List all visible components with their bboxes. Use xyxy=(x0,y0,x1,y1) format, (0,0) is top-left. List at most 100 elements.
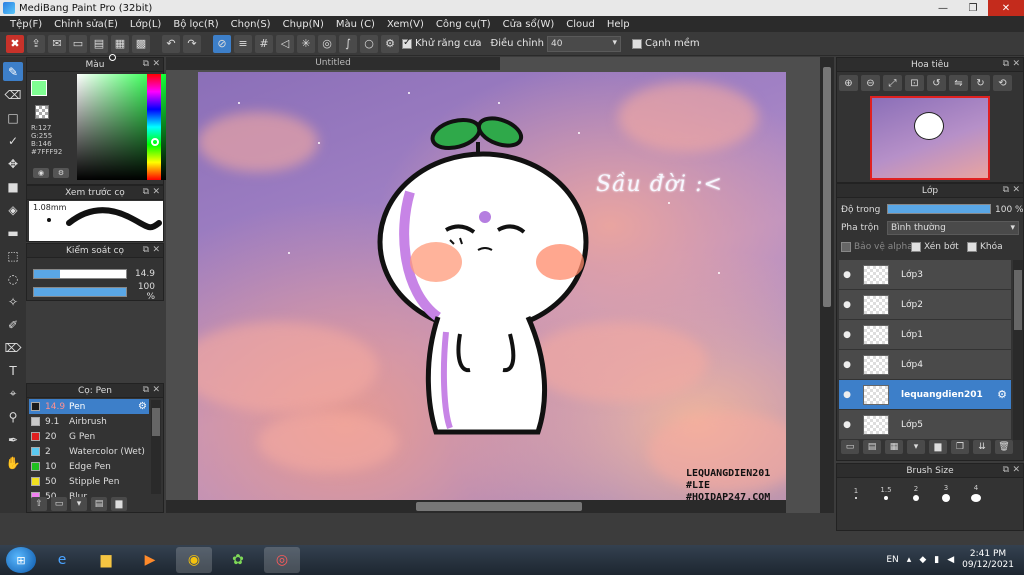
lasso-tool-icon[interactable]: ◌ xyxy=(3,269,23,288)
canvas-horizontal-scrollbar[interactable] xyxy=(166,500,786,513)
foreground-color-swatch[interactable] xyxy=(31,80,47,96)
zoom-in-icon[interactable]: ⊕ xyxy=(839,75,858,91)
duplicate-layer-icon[interactable]: ❐ xyxy=(951,440,969,454)
rotate-left-icon[interactable]: ↺ xyxy=(927,75,946,91)
panel-popout-icon[interactable]: ⧉ xyxy=(1003,185,1009,195)
file-explorer-icon[interactable]: ▆ xyxy=(88,547,124,573)
menu-layer[interactable]: Lớp(L) xyxy=(124,19,167,30)
actual-size-icon[interactable]: ⊡ xyxy=(905,75,924,91)
hand-tool-icon[interactable]: ✋ xyxy=(3,453,23,472)
document-tab[interactable]: Untitled xyxy=(166,57,500,70)
layer-visibility-icon[interactable]: ● xyxy=(839,360,855,370)
soft-edge-option[interactable]: Cạnh mềm xyxy=(631,38,700,49)
fill-rect-tool-icon[interactable]: ■ xyxy=(3,177,23,196)
adjust-select[interactable]: 40 xyxy=(546,35,621,52)
brush-item[interactable]: 10 Edge Pen xyxy=(29,459,149,474)
new-halftone-layer-icon[interactable]: ▤ xyxy=(863,440,881,454)
share-icon[interactable]: ⇪ xyxy=(27,34,45,53)
page-icon[interactable]: ▭ xyxy=(69,34,87,53)
brush-properties-icon[interactable]: ▤ xyxy=(91,497,107,511)
grid-icon[interactable]: ▩ xyxy=(132,34,150,53)
radial-snap-icon[interactable]: ✳ xyxy=(297,34,315,53)
move-tool-icon[interactable]: ✥ xyxy=(3,154,23,173)
blend-mode-select[interactable]: Bình thường xyxy=(887,221,1019,235)
windows-start-icon[interactable]: ⊞ xyxy=(6,547,36,573)
layout-icon[interactable]: ▦ xyxy=(111,34,129,53)
panel-close-icon[interactable]: ✕ xyxy=(152,245,160,255)
brush-item[interactable]: 2 Watercolor (Wet) xyxy=(29,444,149,459)
panel-popout-icon[interactable]: ⧉ xyxy=(143,59,149,69)
brush-size-slider[interactable] xyxy=(33,269,127,279)
menu-filter[interactable]: Bộ lọc(R) xyxy=(167,19,224,30)
grid-snap-icon[interactable]: # xyxy=(255,34,273,53)
brush-size-cell[interactable]: 2 xyxy=(901,484,931,502)
comment-icon[interactable]: ✉ xyxy=(48,34,66,53)
menu-cloud[interactable]: Cloud xyxy=(560,19,601,30)
brush-settings-icon[interactable]: ⚙ xyxy=(138,401,149,412)
smudge-tool-icon[interactable]: ✒ xyxy=(3,430,23,449)
brush-item[interactable]: 14.9 Pen ⚙ xyxy=(29,399,149,414)
parallel-snap-icon[interactable]: ≡ xyxy=(234,34,252,53)
layer-row[interactable]: ● Lớp4 xyxy=(839,350,1011,380)
layer-visibility-icon[interactable]: ● xyxy=(839,330,855,340)
layer-row[interactable]: ● lequangdien201 ⚙ xyxy=(839,380,1011,410)
canvas-vertical-scrollbar[interactable] xyxy=(820,57,834,513)
panel-close-icon[interactable]: ✕ xyxy=(1012,465,1020,475)
menu-select[interactable]: Chọn(S) xyxy=(225,19,277,30)
medibang-taskbar-icon[interactable]: ◎ xyxy=(264,547,300,573)
brush-item[interactable]: 9.1 Airbrush xyxy=(29,414,149,429)
clipping-checkbox[interactable] xyxy=(911,242,921,252)
new-layer-icon[interactable]: ▭ xyxy=(841,440,859,454)
perspective-snap-icon[interactable]: ◁ xyxy=(276,34,294,53)
clipping-option[interactable]: Xén bớt xyxy=(911,242,959,252)
snap-off-icon[interactable]: ⊘ xyxy=(213,34,231,53)
network-icon[interactable]: ▮ xyxy=(934,555,939,565)
reset-view-icon[interactable]: ⟲ xyxy=(993,75,1012,91)
brush-size-cell[interactable]: 1.5 xyxy=(871,484,901,502)
bucket-tool-icon[interactable]: ◈ xyxy=(3,200,23,219)
eyedropper-tool-icon[interactable]: ⚲ xyxy=(3,407,23,426)
new-8bit-layer-icon[interactable]: ▦ xyxy=(885,440,903,454)
menu-color[interactable]: Màu (C) xyxy=(330,19,381,30)
stroke-tool-icon[interactable]: ✓ xyxy=(3,131,23,150)
minimize-button[interactable]: — xyxy=(928,0,958,16)
menu-tools[interactable]: Công cụ(T) xyxy=(430,19,497,30)
layer-visibility-icon[interactable]: ● xyxy=(839,390,855,400)
rotate-right-icon[interactable]: ↻ xyxy=(971,75,990,91)
brush-size-cell[interactable]: 3 xyxy=(931,484,961,502)
new-folder-icon[interactable]: ▆ xyxy=(929,440,947,454)
merge-layer-icon[interactable]: ⇊ xyxy=(973,440,991,454)
brush-opacity-slider[interactable] xyxy=(33,287,127,297)
select-tool-icon[interactable]: ⬚ xyxy=(3,246,23,265)
new-brush-icon[interactable]: ▭ xyxy=(51,497,67,511)
menu-file[interactable]: Tệp(F) xyxy=(4,19,48,30)
panel-popout-icon[interactable]: ⧉ xyxy=(1003,465,1009,475)
soft-edge-checkbox[interactable] xyxy=(631,38,642,49)
color-picker-cursor[interactable] xyxy=(109,54,116,61)
protect-alpha-checkbox[interactable] xyxy=(841,242,851,252)
concentric-snap-icon[interactable]: ◎ xyxy=(318,34,336,53)
drawing-canvas[interactable]: Sầu đời :< LEQUANGDIEN201 #LIE #HOIDAP24… xyxy=(198,72,786,512)
hue-slider[interactable] xyxy=(147,74,161,180)
select-pen-icon[interactable]: ✐ xyxy=(3,315,23,334)
layer-visibility-icon[interactable]: ● xyxy=(839,270,855,280)
hue-slider-handle[interactable] xyxy=(151,138,159,146)
close-document-icon[interactable]: ✖ xyxy=(6,34,24,53)
media-player-icon[interactable]: ▶ xyxy=(132,547,168,573)
navigator-thumbnail[interactable] xyxy=(870,96,990,180)
green-app-icon[interactable]: ✿ xyxy=(220,547,256,573)
internet-explorer-icon[interactable]: e xyxy=(44,547,80,573)
document-icon[interactable]: ▤ xyxy=(90,34,108,53)
antialias-option[interactable]: Khử răng cưa xyxy=(402,37,481,49)
undo-icon[interactable]: ↶ xyxy=(162,34,180,53)
antialias-checkbox[interactable] xyxy=(402,37,412,49)
circle-snap-icon[interactable]: ○ xyxy=(360,34,378,53)
layer-row[interactable]: ● Lớp5 xyxy=(839,410,1011,440)
palette-icon[interactable]: ◉ xyxy=(33,168,49,178)
layer-opacity-slider[interactable] xyxy=(887,204,991,214)
layer-row[interactable]: ● Lớp3 xyxy=(839,260,1011,290)
panel-popout-icon[interactable]: ⧉ xyxy=(1003,59,1009,69)
add-layer-dropdown-icon[interactable]: ▾ xyxy=(907,440,925,454)
layer-visibility-icon[interactable]: ● xyxy=(839,420,855,430)
divide-tool-icon[interactable]: ⌖ xyxy=(3,384,23,403)
